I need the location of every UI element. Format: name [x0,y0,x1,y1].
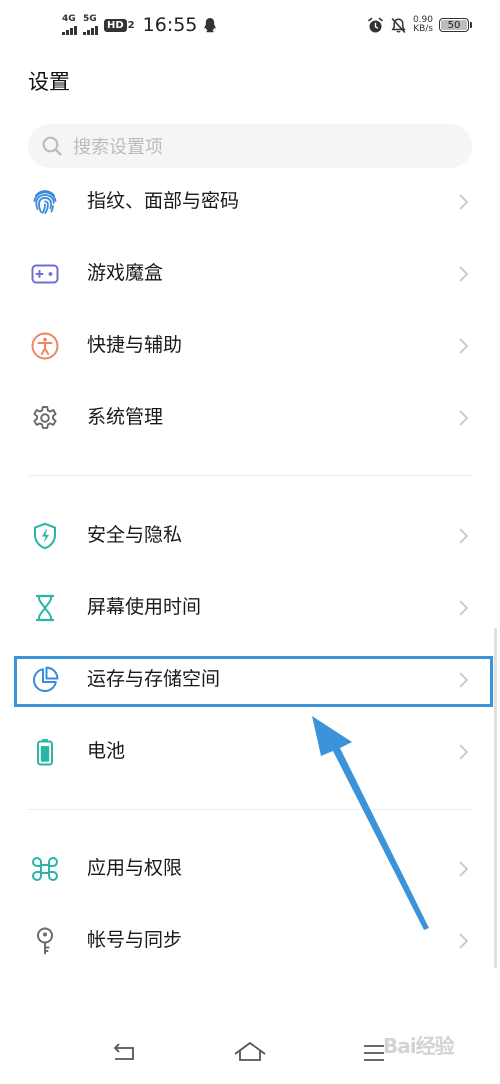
status-right: 0.90 KB/s 50 [367,16,472,34]
apps-icon [32,857,58,881]
shield-icon [34,522,56,550]
sim2-label: 5G [83,14,97,24]
hd-label: HD [104,18,127,32]
hd-num: 2 [127,19,135,31]
chevron-right-icon [459,410,469,426]
settings-item-security-privacy[interactable]: 安全与隐私 [0,499,500,571]
gear-icon [33,406,57,429]
watermark: Bai经验 [383,1034,455,1058]
key-icon [37,927,53,955]
settings-item-screen-time[interactable]: 屏幕使用时间 [0,571,500,643]
signal-bars-icon [62,25,77,35]
settings-item-fingerprint-face-password[interactable]: 指纹、面部与密码 [0,165,500,237]
network-speed: 0.90 KB/s [413,16,433,34]
chevron-right-icon [459,528,469,544]
search-placeholder: 搜索设置项 [73,137,163,158]
chevron-right-icon [459,861,469,877]
signal-bars-icon [83,25,98,35]
settings-item-account-sync[interactable]: 帐号与同步 [0,904,500,976]
search-icon [42,136,62,156]
scrollbar[interactable] [494,628,497,968]
hd-voice-badge: HD 2 [104,18,135,32]
settings-item-label: 指纹、面部与密码 [87,190,240,212]
chevron-right-icon [459,600,469,616]
settings-item-label: 电池 [87,740,126,762]
chevron-right-icon [459,266,469,282]
settings-item-system-management[interactable]: 系统管理 [0,381,500,453]
battery-icon: 50 [439,18,472,32]
settings-item-battery[interactable]: 电池 [0,715,500,787]
group-divider [28,809,472,810]
chevron-right-icon [459,744,469,760]
settings-item-game-box[interactable]: 游戏魔盒 [0,237,500,309]
hourglass-icon [35,594,55,622]
settings-item-label: 游戏魔盒 [87,262,164,284]
settings-item-shortcuts-accessibility[interactable]: 快捷与辅助 [0,309,500,381]
settings-item-label: 帐号与同步 [87,929,183,951]
back-icon[interactable] [112,1042,138,1062]
chevron-right-icon [459,338,469,354]
group-divider [28,475,472,476]
speed-unit: KB/s [413,24,433,34]
home-icon[interactable] [233,1040,267,1064]
battery-icon [37,739,53,766]
mute-bell-icon [391,17,406,33]
settings-item-apps-permissions[interactable]: 应用与权限 [0,832,500,904]
accessibility-icon [31,332,59,360]
page-title: 设置 [28,70,70,94]
battery-level: 50 [441,20,467,31]
highlight-box [14,656,493,707]
settings-item-label: 系统管理 [87,406,164,428]
status-bar: 4G 5G HD 2 16:55 0.90 KB/s 50 [0,0,500,56]
chevron-right-icon [459,933,469,949]
qq-notification-icon [204,18,217,33]
sim1-label: 4G [62,14,76,24]
chevron-right-icon [459,194,469,210]
clock: 16:55 [142,14,198,36]
fingerprint-icon [33,190,57,214]
search-input[interactable]: 搜索设置项 [28,124,472,168]
settings-item-label: 屏幕使用时间 [87,596,202,618]
alarm-icon [368,17,383,32]
sim1-signal: 4G [62,15,77,35]
game-box-icon [31,264,59,284]
sim2-signal: 5G [83,15,98,35]
settings-item-label: 安全与隐私 [87,524,183,546]
status-left: 4G 5G HD 2 16:55 [62,14,217,36]
settings-item-label: 应用与权限 [87,857,183,879]
settings-item-label: 快捷与辅助 [87,334,183,356]
